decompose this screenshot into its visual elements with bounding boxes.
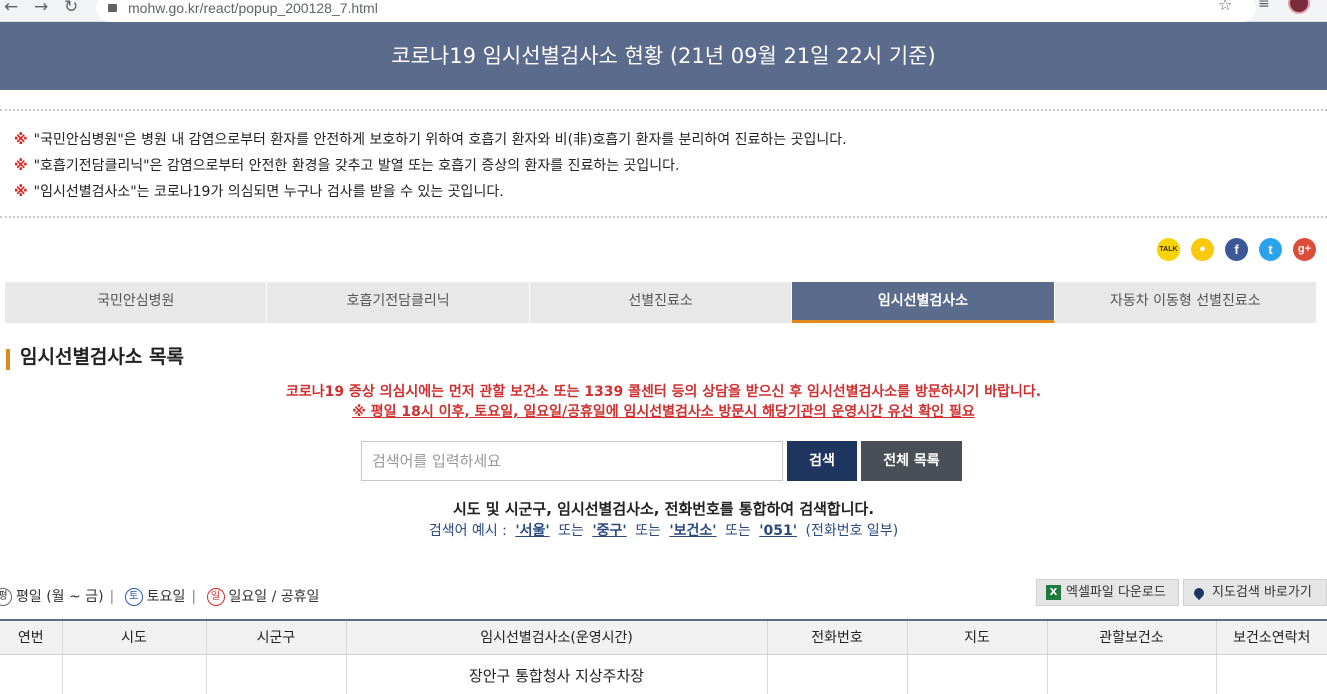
table-cell <box>62 654 207 694</box>
map-search-button[interactable]: 지도검색 바로가기 <box>1183 579 1327 606</box>
twitter-icon[interactable]: t <box>1259 238 1282 261</box>
address-bar-url: mohw.go.kr/react/popup_200128_7.html <box>128 0 378 16</box>
table-cell <box>907 654 1048 694</box>
table-cell <box>1216 654 1327 694</box>
search-example-keyword[interactable]: '중구' <box>592 523 626 539</box>
column-header: 시군구 <box>206 619 347 655</box>
search-example-keyword[interactable]: '서울' <box>515 523 549 539</box>
googleplus-icon[interactable]: g+ <box>1293 238 1316 261</box>
table-cell <box>1047 654 1217 694</box>
excel-icon: X <box>1046 585 1061 600</box>
tab-screening-clinic[interactable]: 선별진료소 <box>529 282 793 323</box>
table-cell <box>0 654 63 694</box>
browser-toolbar: ← → ↻ mohw.go.kr/react/popup_200128_7.ht… <box>0 0 1327 22</box>
table-row: 장안구 통합청사 지상주차장 <box>0 654 1327 694</box>
address-bar[interactable]: mohw.go.kr/react/popup_200128_7.html <box>96 0 1256 22</box>
table-cell <box>767 654 908 694</box>
saturday-icon: 토 <box>124 588 143 606</box>
profile-avatar[interactable] <box>1288 0 1310 14</box>
reference-mark-icon: ※ <box>14 158 28 174</box>
column-header: 보건소연락처 <box>1216 619 1327 655</box>
category-tabs: 국민안심병원 호흡기전담클리닉 선별진료소 임시선별검사소 자동차 이동형 선별… <box>5 282 1318 323</box>
column-header: 관할보건소 <box>1047 619 1217 655</box>
table-cell <box>206 654 347 694</box>
tab-drive-through-clinic[interactable]: 자동차 이동형 선별진료소 <box>1054 282 1318 323</box>
forward-button[interactable]: → <box>34 0 48 16</box>
full-list-button[interactable]: 전체 목록 <box>861 441 962 481</box>
search-example-keyword[interactable]: '보건소' <box>669 523 716 539</box>
back-button[interactable]: ← <box>4 0 18 16</box>
map-pin-icon <box>1191 585 1207 600</box>
tab-safe-hospital[interactable]: 국민안심병원 <box>5 282 268 323</box>
site-name-cell: 장안구 통합청사 지상주차장 <box>346 654 768 694</box>
warning-hours-note: ※ 평일 18시 이후, 토요일, 일요일/공휴일에 임시선별검사소 방문시 해… <box>352 404 975 420</box>
lock-icon <box>108 4 117 12</box>
playlist-icon[interactable]: ≡ <box>1258 0 1270 12</box>
notice-item: ※ "임시선별검사소"는 코로나19가 의심되면 누구나 검사를 받을 수 있는 … <box>14 184 504 200</box>
weekday-icon: 평 <box>0 588 12 606</box>
hours-legend: 평 평일 (월 ~ 금) | 토 토요일 | 일 일요일 / 공휴일 <box>0 586 319 606</box>
search-example-keyword[interactable]: '051' <box>759 523 797 539</box>
bookmark-star-icon[interactable]: ☆ <box>1218 0 1232 14</box>
section-title: 임시선별검사소 목록 <box>6 346 184 370</box>
reference-mark-icon: ※ <box>14 184 28 200</box>
tab-temporary-testing-site[interactable]: 임시선별검사소 <box>792 282 1055 323</box>
notice-item: ※ "호흡기전담클리닉"은 감염으로부터 안전한 환경을 갖추고 발열 또는 호흡… <box>14 158 680 174</box>
column-header: 연번 <box>0 619 63 655</box>
column-header: 임시선별검사소(운영시간) <box>346 619 768 655</box>
page-title: 코로나19 임시선별검사소 현황 (21년 09월 21일 22시 기준) <box>0 22 1327 90</box>
sunday-icon: 일 <box>206 588 225 606</box>
notice-box: ※ "국민안심병원"은 병원 내 감염으로부터 환자를 안전하게 보호하기 위하여… <box>0 109 1327 218</box>
tab-respiratory-clinic[interactable]: 호흡기전담클리닉 <box>267 282 530 323</box>
search-description: 시도 및 시군구, 임시선별검사소, 전화번호를 통합하여 검색합니다. <box>452 500 875 518</box>
column-header: 지도 <box>907 619 1048 655</box>
kakaostory-icon[interactable]: ● <box>1191 238 1214 261</box>
search-input[interactable] <box>361 441 783 481</box>
notice-item: ※ "국민안심병원"은 병원 내 감염으로부터 환자를 안전하게 보호하기 위하여… <box>14 132 847 148</box>
excel-download-button[interactable]: X 엑셀파일 다운로드 <box>1036 579 1179 606</box>
table-header-row: 연번 시도 시군구 임시선별검사소(운영시간) 전화번호 지도 관할보건소 보건… <box>0 619 1327 655</box>
search-button[interactable]: 검색 <box>787 441 857 481</box>
facebook-icon[interactable]: f <box>1225 238 1248 261</box>
column-header: 전화번호 <box>767 619 908 655</box>
warning-text: 코로나19 증상 의심시에는 먼저 관할 보건소 또는 1339 콜센터 등의 … <box>285 384 1042 400</box>
kakaotalk-icon[interactable]: TALK <box>1157 238 1180 261</box>
reference-mark-icon: ※ <box>14 132 28 148</box>
search-examples: 검색어 예시 : '서울' 또는 '중구' 또는 '보건소' 또는 '051' … <box>428 523 899 539</box>
testing-site-table: 연번 시도 시군구 임시선별검사소(운영시간) 전화번호 지도 관할보건소 보건… <box>0 619 1327 694</box>
column-header: 시도 <box>62 619 207 655</box>
reload-button[interactable]: ↻ <box>64 0 78 16</box>
